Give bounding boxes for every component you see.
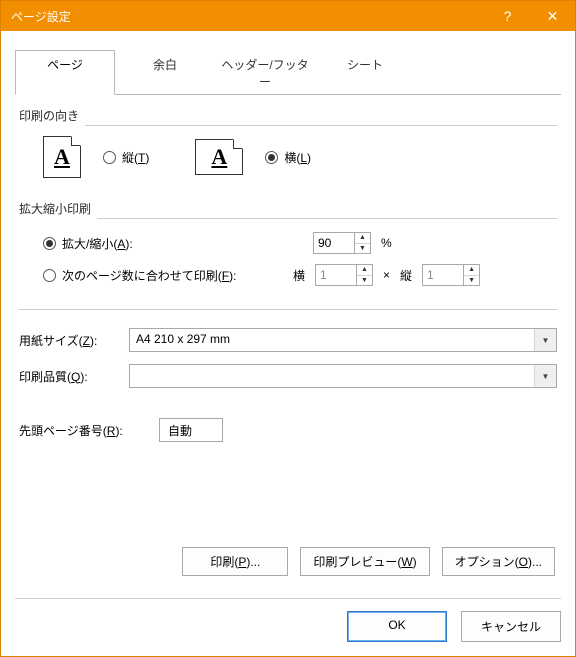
ok-button[interactable]: OK bbox=[347, 611, 447, 642]
page-fold-icon bbox=[233, 139, 243, 149]
fit-tall-input[interactable] bbox=[423, 265, 463, 285]
radio-dot-icon bbox=[43, 237, 56, 250]
scaling-adjust-input[interactable] bbox=[314, 233, 354, 253]
paper-size-combobox[interactable]: A4 210 x 297 mm ▼ bbox=[129, 328, 557, 352]
spinner-up-icon[interactable]: ▲ bbox=[357, 265, 372, 276]
paper-size-label: 用紙サイズ(Z): bbox=[19, 332, 129, 349]
orientation-landscape-radio[interactable]: 横(L) bbox=[265, 149, 311, 166]
fit-wide-spinner[interactable]: ▲▼ bbox=[315, 264, 373, 286]
help-button[interactable]: ? bbox=[485, 1, 530, 31]
fit-times-label: × bbox=[383, 268, 390, 282]
tabstrip: ページ 余白 ヘッダー/フッター シート bbox=[15, 49, 561, 95]
fit-wide-input[interactable] bbox=[316, 265, 356, 285]
first-page-input[interactable]: 自動 bbox=[159, 418, 223, 442]
tab-page[interactable]: ページ bbox=[15, 50, 115, 95]
print-quality-combobox[interactable]: ▼ bbox=[129, 364, 557, 388]
spinner-up-icon[interactable]: ▲ bbox=[355, 233, 370, 244]
fit-wide-label: 横 bbox=[293, 267, 305, 284]
paper-size-value: A4 210 x 297 mm bbox=[130, 329, 534, 351]
window-title: ページ設定 bbox=[11, 8, 485, 25]
tab-sheet[interactable]: シート bbox=[315, 50, 415, 95]
first-page-label: 先頭ページ番号(R): bbox=[19, 422, 159, 439]
percent-label: % bbox=[381, 236, 392, 250]
fit-tall-label: 縦 bbox=[400, 267, 412, 284]
scaling-fit-radio[interactable]: 次のページ数に合わせて印刷(F): bbox=[43, 267, 283, 284]
page-setup-dialog: ページ設定 ? ✕ ページ 余白 ヘッダー/フッター シート 印刷の向き A bbox=[0, 0, 576, 657]
portrait-page-icon: A bbox=[43, 136, 81, 178]
print-preview-button[interactable]: 印刷プレビュー(W) bbox=[300, 547, 429, 576]
spinner-up-icon[interactable]: ▲ bbox=[464, 265, 479, 276]
divider bbox=[85, 125, 557, 126]
scaling-adjust-radio[interactable]: 拡大/縮小(A): bbox=[43, 235, 303, 252]
spinner-down-icon[interactable]: ▼ bbox=[357, 276, 372, 286]
spinner-down-icon[interactable]: ▼ bbox=[355, 244, 370, 254]
print-button[interactable]: 印刷(P)... bbox=[182, 547, 288, 576]
radio-dot-icon bbox=[103, 151, 116, 164]
scaling-group-label: 拡大縮小印刷 bbox=[19, 198, 91, 221]
divider bbox=[19, 309, 557, 310]
scaling-adjust-spinner[interactable]: ▲▼ bbox=[313, 232, 371, 254]
options-button[interactable]: オプション(O)... bbox=[442, 547, 555, 576]
orientation-row: A 縦(T) A 横(L) bbox=[19, 128, 557, 198]
spinner-down-icon[interactable]: ▼ bbox=[464, 276, 479, 286]
print-quality-label: 印刷品質(Q): bbox=[19, 368, 129, 385]
tab-margins[interactable]: 余白 bbox=[115, 50, 215, 95]
dialog-button-row: OK キャンセル bbox=[1, 599, 575, 656]
divider bbox=[97, 218, 557, 219]
radio-dot-icon bbox=[265, 151, 278, 164]
print-quality-value bbox=[130, 365, 534, 387]
tab-body: 印刷の向き A 縦(T) A 横(L) bbox=[15, 95, 561, 582]
radio-dot-icon bbox=[43, 269, 56, 282]
chevron-down-icon[interactable]: ▼ bbox=[534, 329, 556, 351]
fit-tall-spinner[interactable]: ▲▼ bbox=[422, 264, 480, 286]
orientation-group-label: 印刷の向き bbox=[19, 105, 79, 128]
page-fold-icon bbox=[71, 136, 81, 146]
orientation-portrait-radio[interactable]: 縦(T) bbox=[103, 149, 149, 166]
close-button[interactable]: ✕ bbox=[530, 1, 575, 31]
content: ページ 余白 ヘッダー/フッター シート 印刷の向き A 縦(T) A bbox=[1, 31, 575, 594]
titlebar[interactable]: ページ設定 ? ✕ bbox=[1, 1, 575, 31]
tab-headerfooter[interactable]: ヘッダー/フッター bbox=[215, 50, 315, 95]
chevron-down-icon[interactable]: ▼ bbox=[534, 365, 556, 387]
landscape-page-icon: A bbox=[195, 139, 243, 175]
cancel-button[interactable]: キャンセル bbox=[461, 611, 561, 642]
